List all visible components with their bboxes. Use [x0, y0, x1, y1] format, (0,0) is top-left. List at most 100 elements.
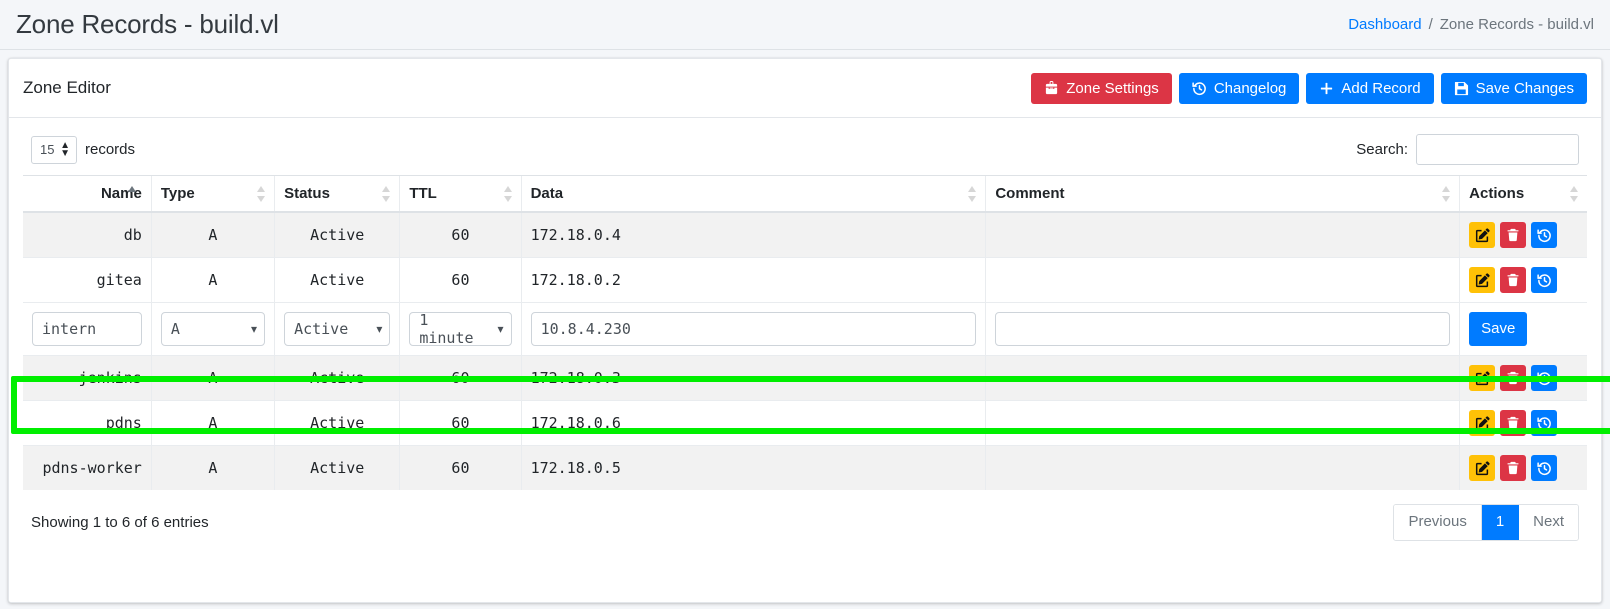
cell-name: jenkins — [23, 355, 152, 401]
edit-cell-status: Active ▾ — [274, 302, 400, 356]
cell-name: pdns — [23, 400, 152, 446]
cell-type: A — [150, 355, 275, 401]
changelog-label: Changelog — [1213, 79, 1287, 97]
save-changes-label: Save Changes — [1475, 79, 1574, 97]
column-header-comment[interactable]: Comment — [985, 175, 1460, 213]
page-length-select[interactable]: 15 ▲ ▼ — [31, 135, 77, 164]
cell-actions — [1459, 257, 1587, 303]
column-header-actions[interactable]: Actions — [1459, 175, 1587, 213]
add-record-button[interactable]: Add Record — [1306, 72, 1434, 104]
save-changes-button[interactable]: Save Changes — [1440, 72, 1587, 104]
spinner-arrows-icon: ▲ ▼ — [60, 139, 70, 159]
cell-name: db — [23, 211, 152, 258]
chevron-down-icon: ▾ — [497, 322, 504, 336]
edit-type-select[interactable]: A ▾ — [160, 312, 266, 346]
edit-name-input[interactable] — [32, 312, 142, 346]
edit-comment-input[interactable] — [995, 312, 1451, 346]
row-action-buttons — [1469, 267, 1578, 293]
table-footer: Showing 1 to 6 of 6 entries Previous 1 N… — [23, 490, 1587, 541]
card-body: 15 ▲ ▼ records Search: Name Type Status … — [9, 118, 1601, 541]
sort-toggle-icon — [968, 185, 977, 202]
cell-data: 172.18.0.6 — [520, 400, 986, 446]
pagination-next[interactable]: Next — [1519, 505, 1578, 540]
pagination-page-1[interactable]: 1 — [1481, 505, 1520, 540]
table-info: Showing 1 to 6 of 6 entries — [31, 513, 209, 531]
pencil-square-icon — [1475, 415, 1490, 431]
edit-cell-ttl: 1 minute ▾ — [399, 302, 522, 356]
edit-ttl-select[interactable]: 1 minute ▾ — [409, 311, 512, 347]
history-icon — [1537, 461, 1552, 476]
edit-ttl-value: 1 minute — [419, 311, 474, 347]
card-title: Zone Editor — [23, 78, 111, 97]
cell-actions — [1459, 400, 1587, 446]
edit-record-button[interactable] — [1469, 455, 1496, 481]
cell-ttl: 60 — [399, 400, 522, 446]
sort-toggle-icon — [503, 185, 513, 202]
pencil-square-icon — [1475, 227, 1490, 243]
column-label-status: Status — [284, 185, 330, 202]
delete-record-button[interactable] — [1500, 267, 1527, 293]
column-header-type[interactable]: Type — [150, 175, 275, 213]
column-header-name[interactable]: Name — [23, 175, 152, 213]
delete-record-button[interactable] — [1500, 410, 1527, 436]
card-toolbar: Zone Settings Changelog Add Record Save … — [1031, 72, 1587, 104]
delete-record-button[interactable] — [1500, 455, 1527, 481]
zone-settings-button[interactable]: Zone Settings — [1031, 72, 1172, 104]
search-input[interactable] — [1416, 134, 1579, 165]
trash-icon — [1506, 273, 1520, 287]
cell-actions — [1459, 355, 1587, 401]
cell-actions — [1459, 445, 1587, 490]
page-title: Zone Records - build.vl — [16, 9, 279, 39]
record-history-button[interactable] — [1531, 365, 1558, 391]
floppy-save-icon — [1454, 81, 1469, 96]
edit-data-input[interactable] — [530, 312, 977, 346]
page-header: Zone Records - build.vl Dashboard / Zone… — [0, 0, 1610, 50]
cell-actions — [1459, 211, 1587, 258]
pagination-previous[interactable]: Previous — [1394, 505, 1482, 540]
column-header-status[interactable]: Status — [274, 175, 400, 213]
edit-record-button[interactable] — [1469, 222, 1496, 248]
cell-type: A — [150, 257, 275, 303]
record-history-button[interactable] — [1531, 410, 1558, 436]
edit-cell-type: A ▾ — [150, 302, 275, 356]
trash-icon — [1506, 228, 1520, 242]
edit-record-button[interactable] — [1469, 410, 1496, 436]
cell-ttl: 60 — [399, 445, 522, 490]
edit-cell-data — [520, 302, 986, 356]
add-record-label: Add Record — [1341, 79, 1421, 97]
records-table: Name Type Status TTL Data Comment Action… — [23, 175, 1587, 490]
edit-status-value: Active — [294, 320, 349, 338]
sort-toggle-icon — [1442, 185, 1451, 202]
edit-status-select[interactable]: Active ▾ — [284, 312, 391, 346]
table-row: jenkins A Active 60 172.18.0.3 — [23, 355, 1587, 401]
cell-status: Active — [274, 400, 400, 446]
edit-record-button[interactable] — [1469, 267, 1496, 293]
breadcrumb-separator: / — [1428, 16, 1433, 33]
sort-toggle-icon — [1570, 185, 1579, 202]
sort-toggle-icon — [257, 185, 266, 202]
cell-name: pdns-worker — [23, 445, 152, 490]
cell-data: 172.18.0.3 — [520, 355, 986, 401]
table-row: db A Active 60 172.18.0.4 — [23, 211, 1587, 258]
edit-record-button[interactable] — [1469, 365, 1496, 391]
changelog-button[interactable]: Changelog — [1178, 72, 1300, 104]
record-history-button[interactable] — [1531, 222, 1558, 248]
card-header: Zone Editor Zone Settings Changelog Add … — [9, 59, 1601, 118]
delete-record-button[interactable] — [1500, 365, 1527, 391]
record-history-button[interactable] — [1531, 455, 1558, 481]
zone-settings-label: Zone Settings — [1066, 79, 1159, 97]
column-header-ttl[interactable]: TTL — [399, 175, 522, 213]
column-header-data[interactable]: Data — [520, 175, 986, 213]
page-length-value: 15 — [40, 142, 55, 157]
history-icon — [1537, 371, 1552, 386]
row-action-buttons — [1469, 365, 1578, 391]
cell-ttl: 60 — [399, 257, 522, 303]
search-control: Search: — [1356, 134, 1579, 165]
delete-record-button[interactable] — [1500, 222, 1527, 248]
breadcrumb-link-dashboard[interactable]: Dashboard — [1348, 16, 1421, 33]
history-icon — [1537, 416, 1552, 431]
record-history-button[interactable] — [1531, 267, 1558, 293]
save-record-button[interactable]: Save — [1469, 312, 1528, 346]
pencil-square-icon — [1475, 460, 1490, 476]
breadcrumb: Dashboard / Zone Records - build.vl — [1348, 16, 1594, 33]
